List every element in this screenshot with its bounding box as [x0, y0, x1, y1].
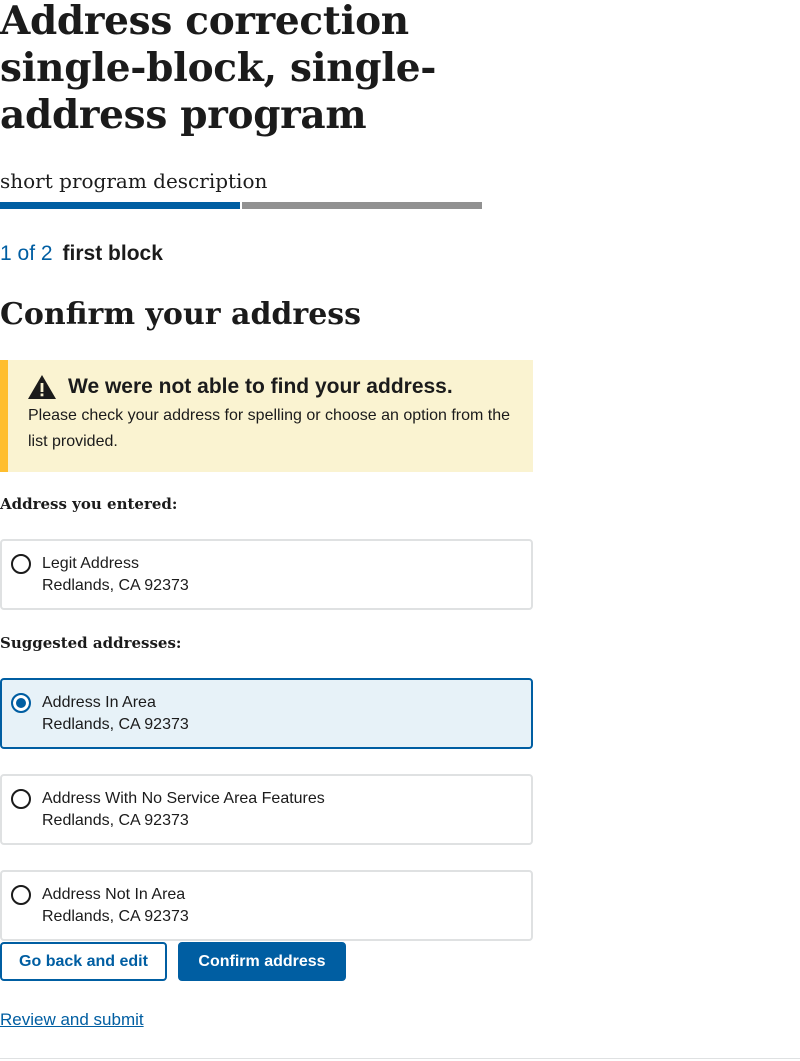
- alert-body: Please check your address for spelling o…: [28, 407, 511, 450]
- divider: [0, 1058, 800, 1059]
- confirm-address-button[interactable]: Confirm address: [178, 942, 346, 981]
- review-and-submit-link[interactable]: Review and submit: [0, 1008, 144, 1032]
- radio-button[interactable]: [11, 885, 31, 905]
- step-name: first block: [62, 242, 163, 265]
- suggested-addresses-label: Suggested addresses:: [0, 634, 182, 652]
- address-option-entered[interactable]: Legit Address Redlands, CA 92373: [0, 539, 533, 610]
- progress-segment-complete: [0, 202, 240, 209]
- program-description: short program description: [0, 169, 268, 193]
- warning-icon: [27, 374, 57, 400]
- radio-button-selected[interactable]: [11, 693, 31, 713]
- entered-address-label: Address you entered:: [0, 495, 178, 513]
- radio-button[interactable]: [11, 554, 31, 574]
- program-title: Address correction single-block, single-…: [0, 0, 437, 138]
- address-option-suggested[interactable]: Address In Area Redlands, CA 92373: [0, 678, 533, 749]
- address-line2: Redlands, CA 92373: [42, 812, 189, 829]
- radio-button[interactable]: [11, 789, 31, 809]
- address-line1: Address Not In Area: [42, 886, 186, 903]
- step-count: 1 of 2: [0, 242, 53, 265]
- address-line1: Address In Area: [42, 694, 156, 711]
- step-progress-bar: [0, 202, 482, 209]
- go-back-button[interactable]: Go back and edit: [0, 942, 167, 981]
- address-line1: Address With No Service Area Features: [42, 790, 325, 807]
- address-option-suggested[interactable]: Address With No Service Area Features Re…: [0, 774, 533, 845]
- address-line2: Redlands, CA 92373: [42, 577, 189, 594]
- address-line1: Legit Address: [42, 555, 139, 572]
- alert-title: We were not able to find your address.: [68, 375, 453, 398]
- address-line2: Redlands, CA 92373: [42, 716, 189, 733]
- step-indicator: 1 of 2 first block: [0, 240, 163, 268]
- address-line2: Redlands, CA 92373: [42, 908, 189, 925]
- address-option-suggested[interactable]: Address Not In Area Redlands, CA 92373: [0, 870, 533, 941]
- progress-segment-remaining: [242, 202, 482, 209]
- page-heading: Confirm your address: [0, 297, 362, 332]
- warning-alert: We were not able to find your address. P…: [0, 360, 533, 472]
